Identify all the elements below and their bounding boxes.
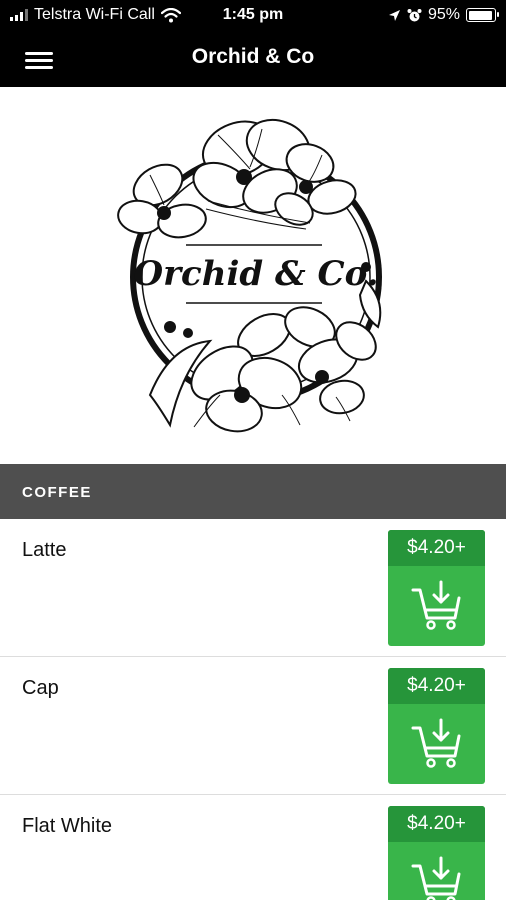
location-arrow-icon xyxy=(388,9,400,21)
cart-area xyxy=(388,842,485,900)
add-to-cart-icon xyxy=(411,856,461,900)
cart-area xyxy=(388,704,485,784)
orchid-logo: Orchid & Co. xyxy=(117,118,382,433)
battery-percent: 95% xyxy=(427,6,460,23)
price-label: $4.20+ xyxy=(388,668,485,704)
cart-area xyxy=(388,566,485,646)
menu-item-flat-white[interactable]: Flat White $4.20+ xyxy=(0,795,506,900)
status-right: 95% xyxy=(388,6,499,24)
status-bar: Telstra Wi-Fi Call 1:45 pm 95% xyxy=(0,0,506,31)
battery-level xyxy=(468,10,493,20)
add-to-cart-button[interactable]: $4.20+ xyxy=(388,668,485,784)
item-name: Latte xyxy=(22,539,67,561)
menu-item-latte[interactable]: Latte $4.20+ xyxy=(0,519,506,657)
battery-icon xyxy=(466,8,499,22)
add-to-cart-button[interactable]: $4.20+ xyxy=(388,530,485,646)
section-header-coffee: COFFEE xyxy=(0,464,506,519)
item-name: Flat White xyxy=(22,815,113,837)
add-to-cart-button[interactable]: $4.20+ xyxy=(388,806,485,900)
menu-item-cap[interactable]: Cap $4.20+ xyxy=(0,657,506,795)
price-label: $4.20+ xyxy=(388,806,485,842)
add-to-cart-icon xyxy=(411,718,461,768)
alarm-clock-icon xyxy=(407,8,422,21)
section-title: COFFEE xyxy=(22,484,92,501)
app-bar: Orchid & Co xyxy=(0,31,506,87)
app-title: Orchid & Co xyxy=(191,45,315,68)
menu-list: Latte $4.20+ Cap $4.20+ Flat White $4.20… xyxy=(0,519,506,900)
item-name: Cap xyxy=(22,677,59,699)
add-to-cart-icon xyxy=(411,580,461,630)
logo-text: Orchid & Co. xyxy=(134,254,379,294)
price-label: $4.20+ xyxy=(388,530,485,566)
logo-area: Orchid & Co. xyxy=(0,87,506,464)
